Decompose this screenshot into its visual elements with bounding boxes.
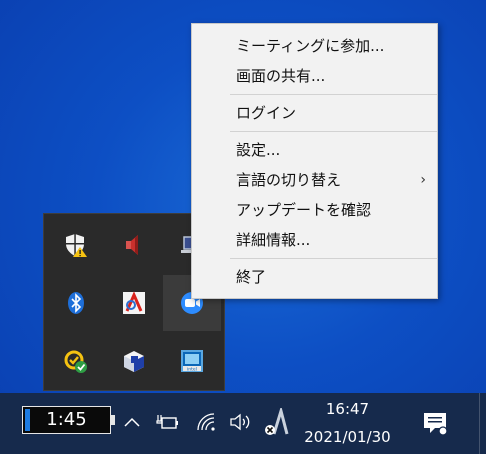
norton-check-icon[interactable] xyxy=(47,333,105,389)
menu-item-login[interactable]: ログイン xyxy=(192,98,437,128)
menu-item-about[interactable]: 詳細情報... xyxy=(192,225,437,255)
menu-item-share-screen[interactable]: 画面の共有... xyxy=(192,61,437,91)
notification-center-icon[interactable] xyxy=(419,407,451,439)
menu-separator xyxy=(230,94,437,95)
battery-clock-text: 1:45 xyxy=(46,409,87,430)
taskbar-time[interactable]: 16:47 xyxy=(300,399,395,419)
security-warning-icon[interactable] xyxy=(47,217,105,273)
bluetooth-icon[interactable] xyxy=(47,275,105,331)
menu-separator xyxy=(230,131,437,132)
taskbar-date[interactable]: 2021/01/30 xyxy=(300,427,395,447)
chevron-up-icon[interactable] xyxy=(121,411,143,433)
speaker-muted-icon[interactable] xyxy=(105,217,163,273)
battery-clock-widget[interactable]: 1:45 xyxy=(22,406,115,434)
ime-status-icon[interactable] xyxy=(262,408,290,438)
menu-item-settings[interactable]: 設定... xyxy=(192,135,437,165)
menu-item-label: 言語の切り替え xyxy=(236,171,342,189)
taskbar: 1:45 16:47 2021/01/30 xyxy=(0,393,486,454)
intel-badge-text: intel xyxy=(187,366,197,372)
volume-icon[interactable] xyxy=(227,410,253,434)
power-plug-icon[interactable] xyxy=(155,410,181,434)
intel-graphics-icon[interactable]: intel xyxy=(163,333,221,389)
menu-item-check-updates[interactable]: アップデートを確認 xyxy=(192,195,437,225)
menu-item-join-meeting[interactable]: ミーティングに参加... xyxy=(192,31,437,61)
menu-item-switch-language[interactable]: 言語の切り替え › xyxy=(192,165,437,195)
chevron-right-icon: › xyxy=(420,172,426,188)
zoom-context-menu: ミーティングに参加... 画面の共有... ログイン 設定... 言語の切り替え… xyxy=(191,23,438,299)
menu-separator xyxy=(230,258,437,259)
cube-app-icon[interactable] xyxy=(105,333,163,389)
menu-item-exit[interactable]: 終了 xyxy=(192,262,437,292)
battery-tip xyxy=(111,415,115,425)
wifi-icon[interactable] xyxy=(194,410,218,434)
show-desktop-button[interactable] xyxy=(479,393,486,454)
adobe-acrobat-icon[interactable] xyxy=(105,275,163,331)
